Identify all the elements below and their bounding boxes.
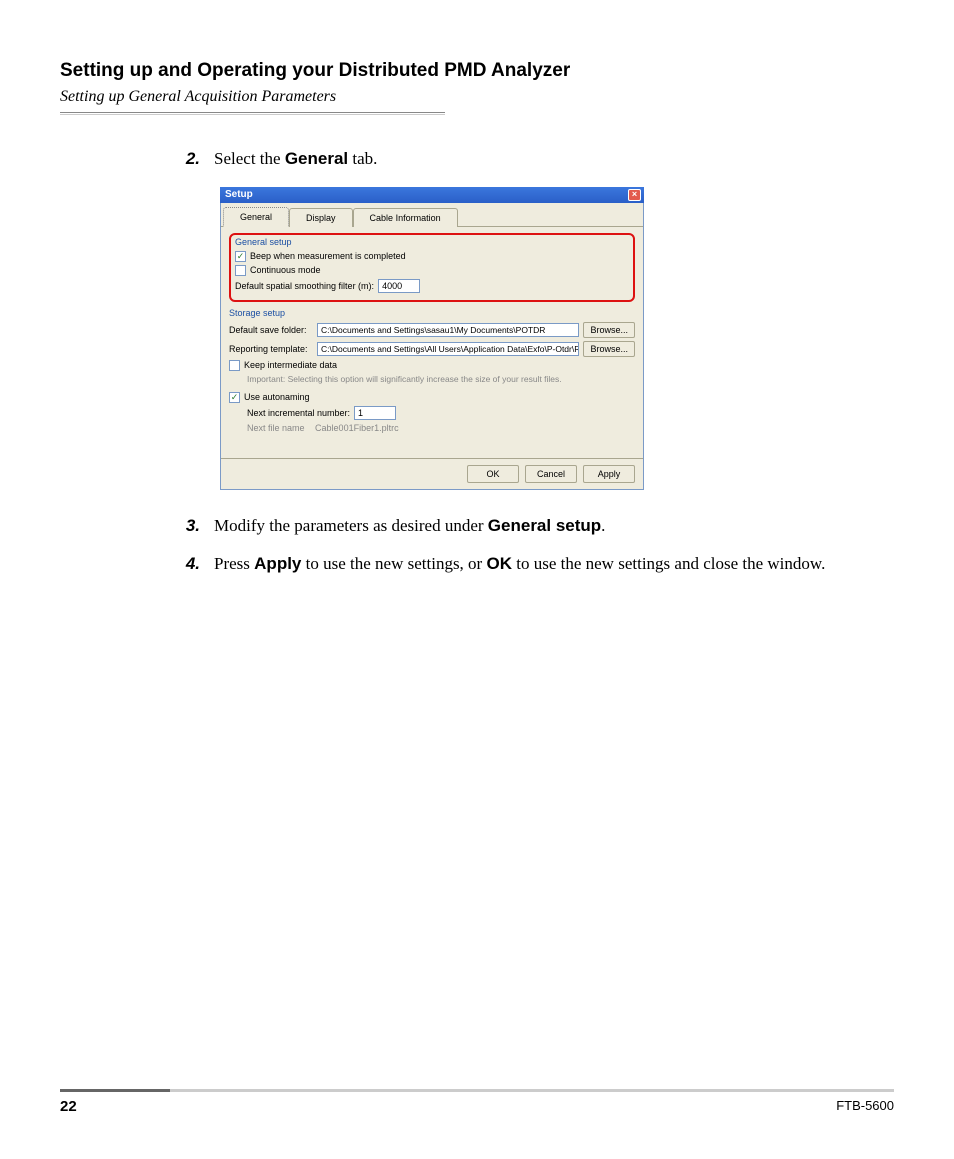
page-number: 22 xyxy=(60,1098,77,1115)
beep-label: Beep when measurement is completed xyxy=(250,251,406,261)
template-input[interactable]: C:\Documents and Settings\All Users\Appl… xyxy=(317,342,579,356)
setup-dialog: Setup × General Display Cable Informatio… xyxy=(220,187,644,490)
tab-cable-information[interactable]: Cable Information xyxy=(353,208,458,227)
filter-label: Default spatial smoothing filter (m): xyxy=(235,281,374,291)
page-subheading: Setting up General Acquisition Parameter… xyxy=(60,88,894,106)
step-number: 3. xyxy=(180,514,200,538)
cancel-button[interactable]: Cancel xyxy=(525,465,577,483)
apply-button[interactable]: Apply xyxy=(583,465,635,483)
step-text: Modify the parameters as desired under G… xyxy=(214,514,605,538)
steps-list: 2. Select the General tab. Setup × Gener… xyxy=(60,147,894,575)
template-label: Reporting template: xyxy=(229,344,313,354)
browse-template-button[interactable]: Browse... xyxy=(583,341,635,357)
tab-display[interactable]: Display xyxy=(289,208,353,227)
next-inc-label: Next incremental number: xyxy=(247,408,350,418)
page-heading: Setting up and Operating your Distribute… xyxy=(60,60,894,82)
autonaming-label: Use autonaming xyxy=(244,392,310,402)
step-number: 2. xyxy=(180,147,200,171)
continuous-checkbox[interactable] xyxy=(235,265,246,276)
footer-rule xyxy=(60,1089,894,1092)
next-inc-input[interactable]: 1 xyxy=(354,406,396,420)
storage-setup-title: Storage setup xyxy=(229,308,635,318)
step-4: 4. Press Apply to use the new settings, … xyxy=(180,552,864,576)
dialog-tabs: General Display Cable Information xyxy=(221,203,643,227)
step-3: 3. Modify the parameters as desired unde… xyxy=(180,514,864,538)
continuous-label: Continuous mode xyxy=(250,265,321,275)
ok-button[interactable]: OK xyxy=(467,465,519,483)
page-footer: 22 FTB-5600 xyxy=(60,1089,894,1115)
important-note: Important: Selecting this option will si… xyxy=(229,374,635,384)
save-folder-label: Default save folder: xyxy=(229,325,313,335)
browse-save-button[interactable]: Browse... xyxy=(583,322,635,338)
keep-data-label: Keep intermediate data xyxy=(244,360,337,370)
general-setup-title: General setup xyxy=(235,237,629,247)
next-file-label: Next file name xyxy=(247,423,305,433)
step-number: 4. xyxy=(180,552,200,576)
step-text: Select the General tab. xyxy=(214,147,377,171)
filter-input[interactable]: 4000 xyxy=(378,279,420,293)
save-folder-input[interactable]: C:\Documents and Settings\sasau1\My Docu… xyxy=(317,323,579,337)
close-icon[interactable]: × xyxy=(628,189,641,201)
next-file-value: Cable001Fiber1.pltrc xyxy=(315,423,399,433)
heading-rule xyxy=(60,112,445,115)
model-number: FTB-5600 xyxy=(836,1098,894,1115)
general-setup-highlight: General setup ✓ Beep when measurement is… xyxy=(229,233,635,302)
dialog-titlebar: Setup × xyxy=(220,187,644,203)
dialog-buttons: OK Cancel Apply xyxy=(221,458,643,489)
beep-checkbox[interactable]: ✓ xyxy=(235,251,246,262)
keep-data-checkbox[interactable] xyxy=(229,360,240,371)
tab-general[interactable]: General xyxy=(223,207,289,227)
step-text: Press Apply to use the new settings, or … xyxy=(214,552,825,576)
step-2: 2. Select the General tab. xyxy=(180,147,864,171)
dialog-title: Setup xyxy=(225,189,253,200)
autonaming-checkbox[interactable]: ✓ xyxy=(229,392,240,403)
